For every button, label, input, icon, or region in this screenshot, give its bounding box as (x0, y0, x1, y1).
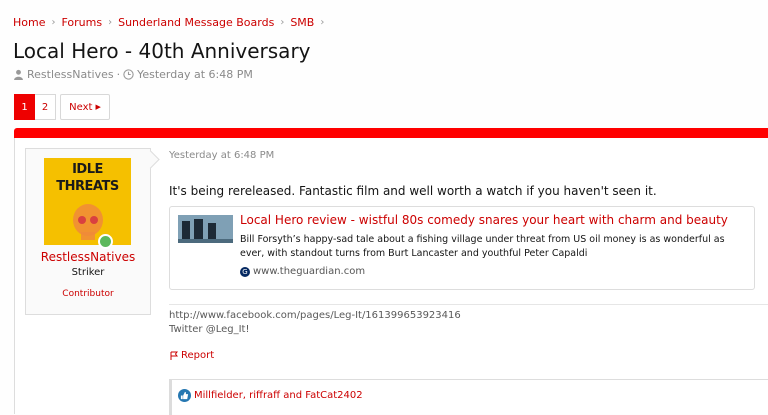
page-1-button[interactable]: 1 (14, 94, 35, 120)
pagination: 1 2 Next ▶ (14, 94, 110, 120)
page-2-button[interactable]: 2 (35, 94, 56, 120)
thread-author[interactable]: RestlessNatives (27, 68, 114, 81)
embed-source-url: www.theguardian.com (253, 266, 366, 277)
next-page-button[interactable]: Next ▶ (60, 94, 110, 120)
link-embed[interactable]: Local Hero review - wistful 80s comedy s… (169, 206, 755, 290)
avatar[interactable]: IDLE THREATS (44, 158, 131, 249)
embed-title[interactable]: Local Hero review - wistful 80s comedy s… (240, 213, 728, 227)
signature-divider (169, 304, 768, 305)
chevron-right-icon: › (280, 17, 285, 28)
clock-icon (123, 69, 134, 80)
post-date[interactable]: Yesterday at 6:48 PM (169, 150, 274, 161)
signature-twitter: Twitter @Leg_It! (169, 324, 250, 335)
breadcrumb-home[interactable]: Home (13, 16, 45, 29)
post: IDLE THREATS RestlessNatives Striker Con… (14, 138, 768, 415)
user-icon (14, 69, 23, 80)
report-label: Report (181, 350, 215, 361)
breadcrumb-message-boards[interactable]: Sunderland Message Boards (118, 16, 274, 29)
chevron-right-icon: › (51, 17, 56, 28)
user-title: Striker (71, 267, 105, 278)
embed-source: G www.theguardian.com (240, 266, 365, 277)
page-title: Local Hero - 40th Anniversary (13, 39, 311, 63)
chevron-right-icon: › (108, 17, 113, 28)
chevron-right-icon: › (320, 17, 325, 28)
guardian-icon: G (240, 266, 250, 277)
breadcrumb: Home › Forums › Sunderland Message Board… (13, 16, 330, 29)
avatar-text-line1: IDLE (72, 162, 103, 177)
post-body: It's being rereleased. Fantastic film an… (169, 184, 657, 198)
signature-link: http://www.facebook.com/pages/Leg-It/161… (169, 310, 461, 321)
avatar-text-line2: THREATS (56, 179, 119, 194)
like-icon (178, 389, 191, 402)
thread-header-bar (14, 128, 768, 138)
signature: http://www.facebook.com/pages/Leg-It/161… (169, 309, 461, 337)
embed-description: Bill Forsyth’s happy-sad tale about a fi… (240, 234, 725, 259)
user-banner: Contributor (62, 289, 114, 299)
user-cell: IDLE THREATS RestlessNatives Striker Con… (25, 148, 151, 315)
caret-right-icon: ▶ (95, 103, 101, 111)
likes-list[interactable]: Millfielder, riffraff and FatCat2402 (194, 390, 363, 401)
breadcrumb-smb[interactable]: SMB (290, 16, 314, 29)
likes-bar: Millfielder, riffraff and FatCat2402 (169, 379, 768, 415)
next-label: Next (69, 101, 93, 113)
thread-meta: RestlessNatives · Yesterday at 6:48 PM (13, 68, 253, 81)
embed-thumbnail (178, 215, 233, 243)
breadcrumb-forums[interactable]: Forums (61, 16, 102, 29)
online-status-icon (98, 234, 113, 249)
flag-icon (170, 351, 178, 360)
report-button[interactable]: Report (169, 350, 214, 361)
username[interactable]: RestlessNatives (26, 250, 150, 264)
thread-date[interactable]: Yesterday at 6:48 PM (137, 68, 253, 81)
